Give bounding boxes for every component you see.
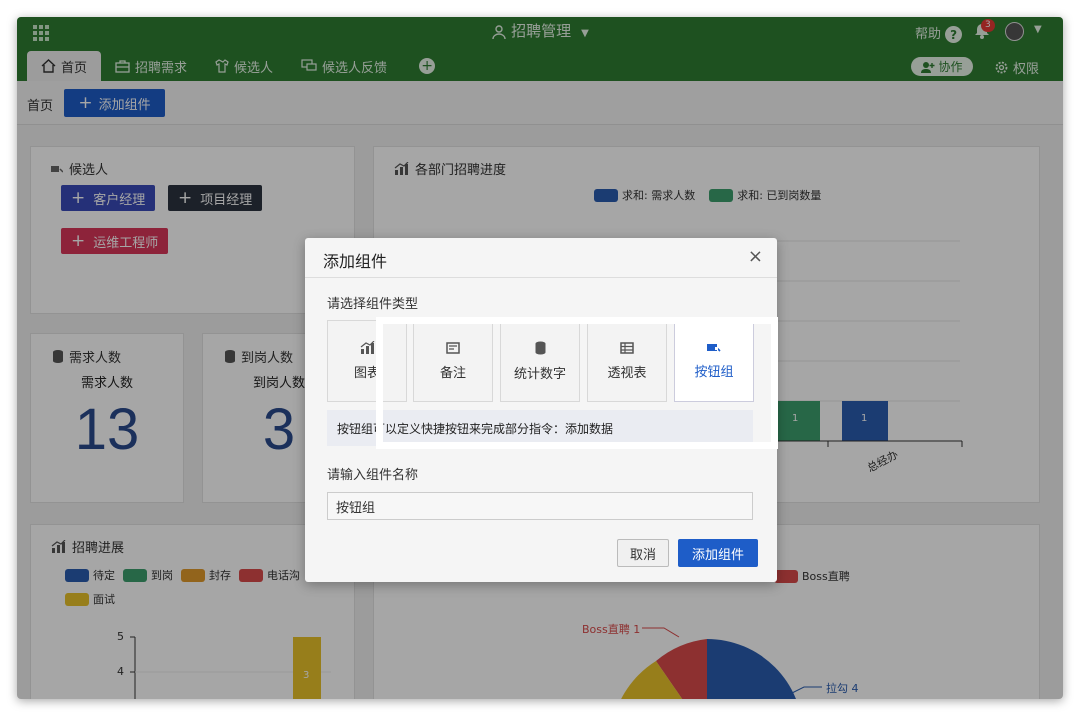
button-group-icon (707, 344, 721, 352)
add-widget-dialog: 添加组件 × 请选择组件类型 图表 备注 统计数字 透视表 按钮组 按钮组可以定… (305, 238, 777, 582)
type-option-button-group[interactable]: 按钮组 (674, 320, 754, 402)
type-description: 按钮组可以定义快捷按钮来完成部分指令：添加数据 (327, 410, 753, 446)
table-icon (620, 341, 634, 354)
type-option-label: 统计数字 (513, 366, 566, 382)
type-option-label: 按钮组 (694, 365, 734, 380)
type-option-pivot[interactable]: 透视表 (587, 320, 667, 402)
type-option-label: 图表 (353, 366, 380, 381)
choose-type-label: 请选择组件类型 (327, 297, 419, 312)
type-option-label: 透视表 (607, 365, 647, 381)
type-option-label: 备注 (439, 365, 466, 381)
close-icon[interactable]: × (748, 246, 763, 267)
type-option-statistic[interactable]: 统计数字 (500, 320, 580, 402)
type-option-note[interactable]: 备注 (413, 320, 493, 402)
database-icon (535, 341, 545, 354)
widget-name-input[interactable]: 按钮组 (327, 492, 753, 520)
app-window: 招聘管理 ▼ 帮助 ? 3 ▼ 首页 招聘需求 候选人 候选人反馈 + 协作 权… (17, 17, 1063, 699)
cancel-button[interactable]: 取消 (617, 539, 669, 567)
name-label: 请输入组件名称 (327, 468, 419, 483)
dialog-header: 添加组件 × (305, 238, 777, 278)
add-widget-confirm-button[interactable]: 添加组件 (678, 539, 758, 567)
type-option-chart[interactable]: 图表 (327, 320, 407, 402)
dialog-title: 添加组件 (323, 252, 388, 271)
chart-icon (360, 341, 374, 354)
note-icon (446, 341, 460, 354)
